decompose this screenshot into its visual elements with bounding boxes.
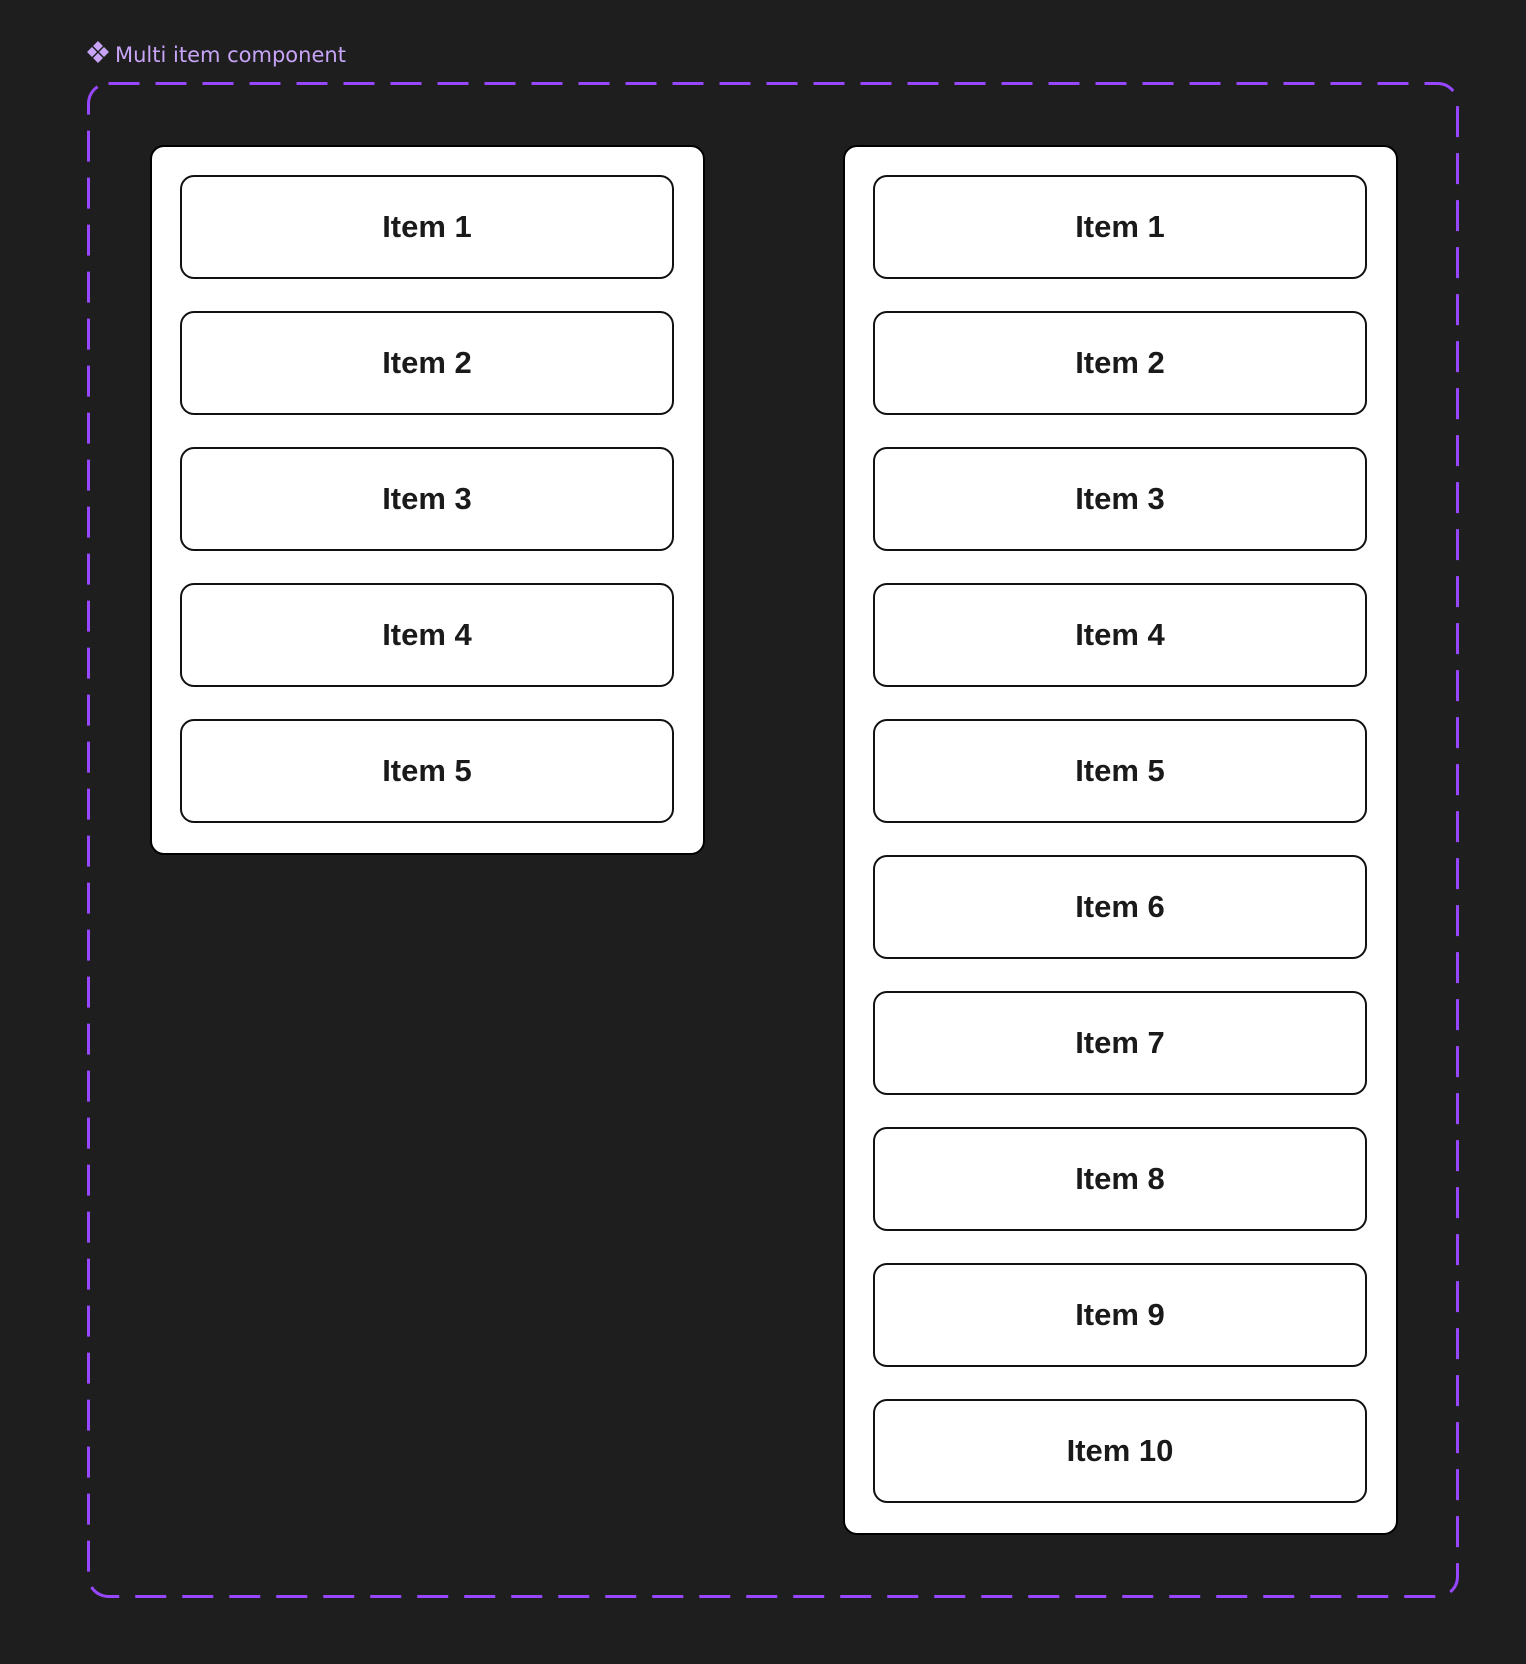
list-item[interactable]: Item 2 bbox=[180, 311, 674, 415]
list-item[interactable]: Item 1 bbox=[873, 175, 1367, 279]
list-item[interactable]: Item 6 bbox=[873, 855, 1367, 959]
list-item[interactable]: Item 9 bbox=[873, 1263, 1367, 1367]
list-item[interactable]: Item 5 bbox=[873, 719, 1367, 823]
list-item[interactable]: Item 5 bbox=[180, 719, 674, 823]
list-item[interactable]: Item 4 bbox=[180, 583, 674, 687]
component-label[interactable]: Multi item component bbox=[87, 41, 346, 68]
list-item[interactable]: Item 3 bbox=[873, 447, 1367, 551]
list-item[interactable]: Item 7 bbox=[873, 991, 1367, 1095]
list-item[interactable]: Item 2 bbox=[873, 311, 1367, 415]
list-item[interactable]: Item 8 bbox=[873, 1127, 1367, 1231]
list-item[interactable]: Item 1 bbox=[180, 175, 674, 279]
list-item[interactable]: Item 4 bbox=[873, 583, 1367, 687]
component-label-text: Multi item component bbox=[115, 42, 346, 67]
item-list-short: Item 1 Item 2 Item 3 Item 4 Item 5 bbox=[150, 145, 705, 855]
list-item[interactable]: Item 10 bbox=[873, 1399, 1367, 1503]
list-item[interactable]: Item 3 bbox=[180, 447, 674, 551]
component-icon bbox=[87, 41, 109, 68]
item-list-long: Item 1 Item 2 Item 3 Item 4 Item 5 Item 6 Item… bbox=[843, 145, 1398, 1535]
